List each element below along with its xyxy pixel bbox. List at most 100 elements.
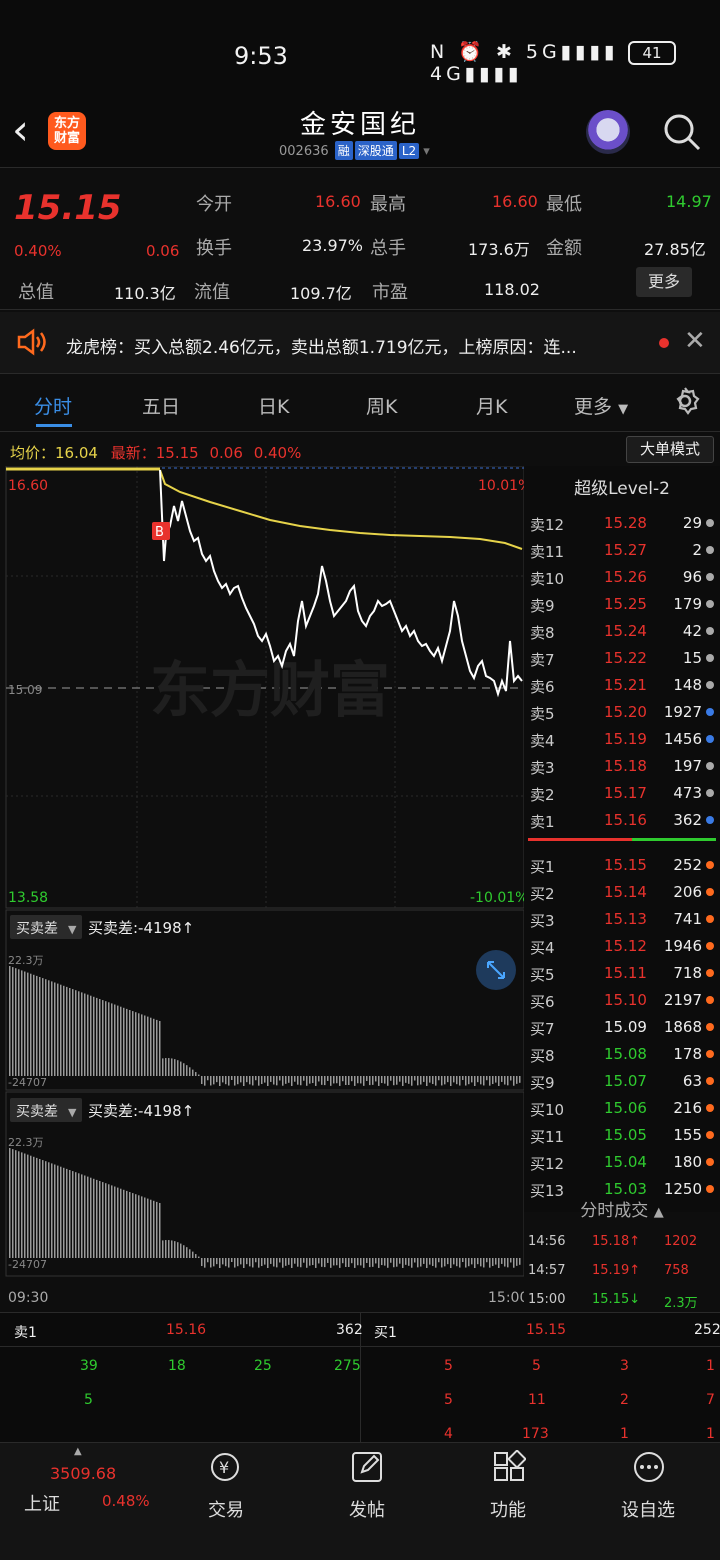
notice-text[interactable]: 龙虎榜：买入总额2.46亿元，卖出总额1.719亿元，上榜原因：连... — [66, 333, 646, 358]
nav-trade[interactable]: 交易 — [176, 1496, 276, 1522]
bottom-right-cell: 1 — [706, 1426, 715, 1442]
volume-bar — [279, 1076, 281, 1081]
volume-bar — [9, 1148, 11, 1258]
index-pct[interactable]: 0.48% — [102, 1492, 150, 1510]
order-dot-icon — [706, 762, 714, 770]
volume-bar — [165, 1058, 167, 1076]
volume-bar — [318, 1076, 320, 1082]
nav-add-watch[interactable]: 设自选 — [598, 1496, 698, 1522]
trade-price: 15.18↑ — [592, 1234, 641, 1249]
volume-bar — [66, 986, 68, 1076]
order-level-label: 卖8 — [530, 624, 555, 642]
volume-bar — [201, 1258, 203, 1267]
bottom-right-cell: 173 — [522, 1426, 549, 1442]
gear-icon[interactable] — [670, 386, 700, 416]
volume-bar — [99, 999, 101, 1076]
volume-bar — [135, 1194, 137, 1258]
volume-bar — [378, 1076, 380, 1086]
volume-bar — [303, 1258, 305, 1263]
volume-bar — [24, 1153, 26, 1258]
post-icon[interactable] — [350, 1450, 384, 1484]
index-value[interactable]: 3509.68 — [50, 1464, 116, 1483]
order-level-label: 卖9 — [530, 597, 555, 615]
order-dot-icon — [706, 789, 714, 797]
volume-bar — [297, 1076, 299, 1085]
volume-bar — [171, 1240, 173, 1258]
volume-bar — [84, 993, 86, 1076]
order-volume: 216 — [673, 1099, 702, 1117]
order-volume: 1946 — [663, 937, 702, 955]
caret-up-icon[interactable]: ▲ — [74, 1446, 82, 1457]
order-volume: 42 — [682, 622, 702, 640]
volume-bar — [207, 1076, 209, 1081]
more-dots-icon[interactable] — [632, 1450, 666, 1484]
trade-price: 15.19↑ — [592, 1263, 641, 1278]
tab-monthly[interactable]: 月K — [476, 392, 507, 419]
intraday-chart[interactable]: 东方财富 B 16.60 10.01% 15.09 13.58 -10.01% … — [0, 466, 524, 1312]
order-volume: 1456 — [663, 730, 702, 748]
stock-code-row: 002636 融深股通 L2 ▾ — [279, 141, 430, 160]
index-name[interactable]: 上证 — [24, 1490, 60, 1516]
volume-bar — [513, 1258, 515, 1268]
trade-time: 14:57 — [528, 1263, 566, 1278]
trades-header[interactable]: 分时成交 ▲ — [524, 1196, 720, 1221]
tab-more[interactable]: 更多 ▼ — [574, 392, 628, 419]
volume-bar — [408, 1076, 410, 1084]
volume-bar — [156, 1019, 158, 1076]
volume-bar — [261, 1258, 263, 1267]
search-icon[interactable] — [662, 112, 702, 152]
volume-bar — [222, 1076, 224, 1083]
tab-intraday[interactable]: 分时 — [34, 392, 72, 419]
chevron-down-icon[interactable]: ▾ — [423, 144, 430, 159]
volume-bar — [255, 1258, 257, 1263]
order-volume: 2197 — [663, 991, 702, 1009]
volume-bar — [384, 1258, 386, 1266]
volume-bar — [183, 1063, 185, 1076]
bottom-right-cell: 1 — [706, 1358, 715, 1374]
order-level-label: 买1 — [530, 858, 555, 876]
robot-avatar-icon[interactable] — [586, 110, 630, 154]
volume-bar — [93, 1178, 95, 1258]
tab-weekly[interactable]: 周K — [366, 392, 397, 419]
volume-bar — [288, 1076, 290, 1083]
big-order-mode-button[interactable]: 大单模式 — [626, 436, 714, 463]
volume-bar — [21, 1152, 23, 1258]
volume-label: 总手 — [370, 238, 406, 259]
volume-bar — [468, 1076, 470, 1085]
volume-bar — [129, 1010, 131, 1076]
more-button[interactable]: 更多 — [636, 267, 692, 297]
function-icon[interactable] — [492, 1450, 526, 1484]
order-dot-icon — [706, 816, 714, 824]
nav-function[interactable]: 功能 — [458, 1496, 558, 1522]
volume-bar — [75, 990, 77, 1076]
volume-bar — [48, 1162, 50, 1258]
volume-bar — [33, 1156, 35, 1258]
indicator-select-1-label[interactable]: 买卖差 — [16, 921, 58, 937]
chevron-down-icon[interactable]: ▼ — [68, 923, 77, 936]
stock-code: 002636 — [279, 144, 329, 159]
order-level-label: 买10 — [530, 1101, 565, 1119]
volume-bar — [456, 1258, 458, 1267]
volume-bar — [318, 1258, 320, 1264]
close-icon[interactable]: ✕ — [684, 326, 706, 356]
volume-bar — [216, 1076, 218, 1083]
order-dot-icon — [706, 627, 714, 635]
trade-icon[interactable]: ¥ — [208, 1450, 242, 1484]
volume-bar — [399, 1258, 401, 1264]
volume-bar — [255, 1076, 257, 1081]
volume-bar — [102, 1000, 104, 1076]
indicator-select-2-label[interactable]: 买卖差 — [16, 1104, 58, 1120]
volume-bar — [99, 1181, 101, 1258]
volume-bar — [24, 971, 26, 1076]
volume-bar — [315, 1258, 317, 1268]
volume-bar — [282, 1076, 284, 1086]
volume-bar — [288, 1258, 290, 1265]
volume-bar — [360, 1258, 362, 1266]
volume-bar — [57, 1165, 59, 1258]
order-dot-icon — [706, 888, 714, 896]
tab-daily[interactable]: 日K — [258, 392, 289, 419]
tab-five-day[interactable]: 五日 — [142, 392, 180, 419]
nav-post[interactable]: 发帖 — [317, 1496, 417, 1522]
chevron-down-icon[interactable]: ▼ — [68, 1106, 77, 1119]
volume-bar — [330, 1258, 332, 1268]
